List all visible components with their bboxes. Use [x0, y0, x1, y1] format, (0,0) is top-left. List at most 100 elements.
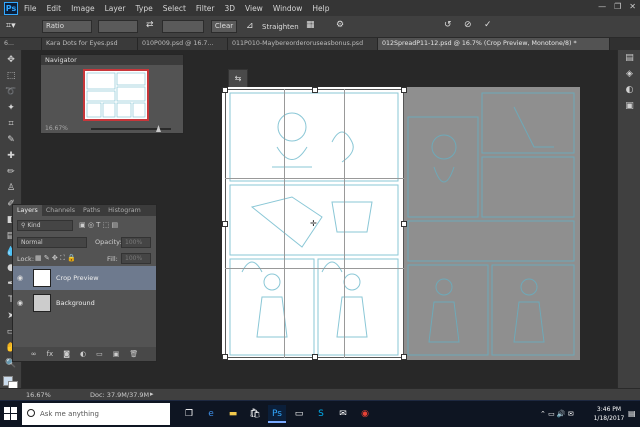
overlay-grid-icon[interactable]: ▦ [306, 20, 315, 30]
status-menu-arrow-icon[interactable]: ▸ [150, 390, 154, 398]
clear-button[interactable]: Clear [211, 20, 237, 33]
menu-help[interactable]: Help [312, 4, 329, 13]
crop-shield-area [404, 87, 580, 360]
link-layers-icon[interactable]: ∞ [31, 350, 37, 358]
menu-3d[interactable]: 3D [224, 4, 235, 13]
menu-file[interactable]: File [24, 4, 37, 13]
menu-edit[interactable]: Edit [47, 4, 62, 13]
cancel-icon[interactable]: ⊘ [464, 20, 472, 30]
close-icon[interactable]: ✕ [629, 2, 636, 11]
edge-icon[interactable]: e [202, 405, 220, 423]
menu-window[interactable]: Window [273, 4, 303, 13]
straighten-icon[interactable]: ⊿ [246, 21, 254, 31]
add-mask-icon[interactable]: ◙ [63, 350, 70, 358]
minimize-icon[interactable]: — [598, 2, 606, 11]
crop-handle-bottom-left[interactable] [222, 354, 228, 360]
fill-field[interactable]: 100% [121, 253, 151, 264]
menu-view[interactable]: View [245, 4, 263, 13]
tab-histogram[interactable]: Histogram [104, 205, 145, 216]
tab-channels[interactable]: Channels [42, 205, 79, 216]
marquee-tool-icon[interactable]: ⬚ [4, 70, 18, 82]
navigator-zoom[interactable]: 16.67% [45, 125, 68, 132]
taskbar-search-input[interactable]: Ask me anything [22, 403, 170, 425]
crop-tool-preset-icon[interactable]: ⌗▾ [6, 21, 16, 31]
tab-paths[interactable]: Paths [79, 205, 104, 216]
adjustments-panel-icon[interactable]: ◐ [623, 84, 636, 97]
lasso-tool-icon[interactable]: ➰ [4, 86, 18, 98]
crop-grid-line [344, 89, 345, 358]
menu-filter[interactable]: Filter [196, 4, 215, 13]
system-tray-icons[interactable]: ⌃ ▭ 🔊 ✉ [540, 410, 574, 418]
chrome-icon[interactable]: ◉ [356, 405, 374, 423]
menu-image[interactable]: Image [71, 4, 95, 13]
trash-icon[interactable]: 🗑 [129, 350, 138, 358]
tab-doc-1[interactable]: Kara Dots for Eyes.psd [42, 38, 138, 50]
tab-doc-active[interactable]: 012SpreadP11-12.psd @ 16.7% (Crop Previe… [378, 38, 610, 50]
crop-preset-icon[interactable]: ⇆ [228, 69, 248, 89]
store-icon[interactable]: 🛍 [246, 405, 264, 423]
opacity-field[interactable]: 100% [121, 237, 151, 248]
crop-handle-top-right[interactable] [401, 87, 407, 93]
menu-type[interactable]: Type [136, 4, 153, 13]
width-field[interactable] [98, 20, 138, 33]
file-explorer-icon[interactable]: ▬ [224, 405, 242, 423]
crop-handle-top-left[interactable] [222, 87, 228, 93]
lock-icons[interactable]: ▦ ✎ ✥ ⛶ 🔒 [35, 254, 76, 263]
commit-icon[interactable]: ✓ [484, 20, 492, 30]
status-bar: 16.67% Doc: 37.9M/37.9M ▸ [0, 388, 640, 400]
lock-label: Lock: [17, 255, 35, 263]
healing-brush-icon[interactable]: ✚ [4, 150, 18, 162]
photoshop-task-icon[interactable]: Ps [268, 405, 286, 423]
folder-icon[interactable]: ▭ [290, 405, 308, 423]
history-panel-icon[interactable]: ▤ [623, 52, 636, 65]
restore-icon[interactable]: ❐ [614, 2, 621, 11]
tab-doc-3[interactable]: 011P010-Maybereorderoruseasbonus.psd [228, 38, 378, 50]
crop-handle-bottom-right[interactable] [401, 354, 407, 360]
doc-size: Doc: 37.9M/37.9M [90, 391, 150, 399]
menu-layer[interactable]: Layer [105, 4, 126, 13]
properties-panel-icon[interactable]: ◈ [623, 68, 636, 81]
layer-row-crop-preview[interactable]: ◉ Crop Preview [13, 266, 156, 290]
layer-filter-icons[interactable]: ▣ ◎ T ⬚ ▤ [79, 221, 118, 229]
tab-doc-0[interactable]: 6... [0, 38, 42, 50]
gear-icon[interactable]: ⚙ [336, 20, 344, 30]
document-canvas[interactable]: ✛ [222, 87, 580, 360]
libraries-panel-icon[interactable]: ▣ [623, 100, 636, 113]
brush-tool-icon[interactable]: ✏ [4, 166, 18, 178]
eyedropper-icon[interactable]: ✎ [4, 134, 18, 146]
menu-select[interactable]: Select [163, 4, 186, 13]
new-group-icon[interactable]: ▭ [96, 350, 103, 358]
swap-icon[interactable]: ⇄ [146, 20, 154, 30]
ratio-select[interactable]: Ratio [42, 20, 92, 33]
app-icon[interactable]: ✉ [334, 405, 352, 423]
crop-handle-top[interactable] [312, 87, 318, 93]
notifications-icon[interactable]: ▤ [628, 409, 636, 418]
task-view-icon[interactable]: ❐ [180, 405, 198, 423]
tab-doc-2[interactable]: 010P009.psd @ 16.7... [138, 38, 228, 50]
straighten-label[interactable]: Straighten [262, 23, 299, 31]
layer-row-background[interactable]: ◉ Background [13, 291, 156, 315]
navigator-title[interactable]: Navigator [41, 55, 183, 65]
magic-wand-icon[interactable]: ✦ [4, 102, 18, 114]
eye-icon[interactable]: ◉ [13, 274, 27, 282]
zoom-level[interactable]: 16.67% [26, 391, 51, 399]
skype-icon[interactable]: S [312, 405, 330, 423]
new-layer-icon[interactable]: ▣ [113, 350, 120, 358]
stamp-tool-icon[interactable]: ♙ [4, 182, 18, 194]
windows-start-icon[interactable] [4, 407, 18, 421]
crop-handle-bottom[interactable] [312, 354, 318, 360]
crop-handle-right[interactable] [401, 221, 407, 227]
blend-mode-select[interactable]: Normal [17, 237, 87, 248]
tab-layers[interactable]: Layers [13, 205, 42, 216]
reset-icon[interactable]: ↺ [444, 20, 452, 30]
fx-icon[interactable]: fx [47, 350, 54, 358]
move-tool-icon[interactable]: ✥ [4, 54, 18, 66]
layer-filter-kind[interactable]: ⚲ Kind [17, 220, 73, 231]
crop-handle-left[interactable] [222, 221, 228, 227]
taskbar-clock[interactable]: 3:46 PM 1/18/2017 [592, 405, 626, 423]
navigator-thumbnail[interactable] [83, 69, 149, 121]
crop-tool-icon[interactable]: ⌗ [4, 118, 18, 130]
adjustment-layer-icon[interactable]: ◐ [80, 350, 86, 358]
height-field[interactable] [162, 20, 204, 33]
eye-icon[interactable]: ◉ [13, 299, 27, 307]
